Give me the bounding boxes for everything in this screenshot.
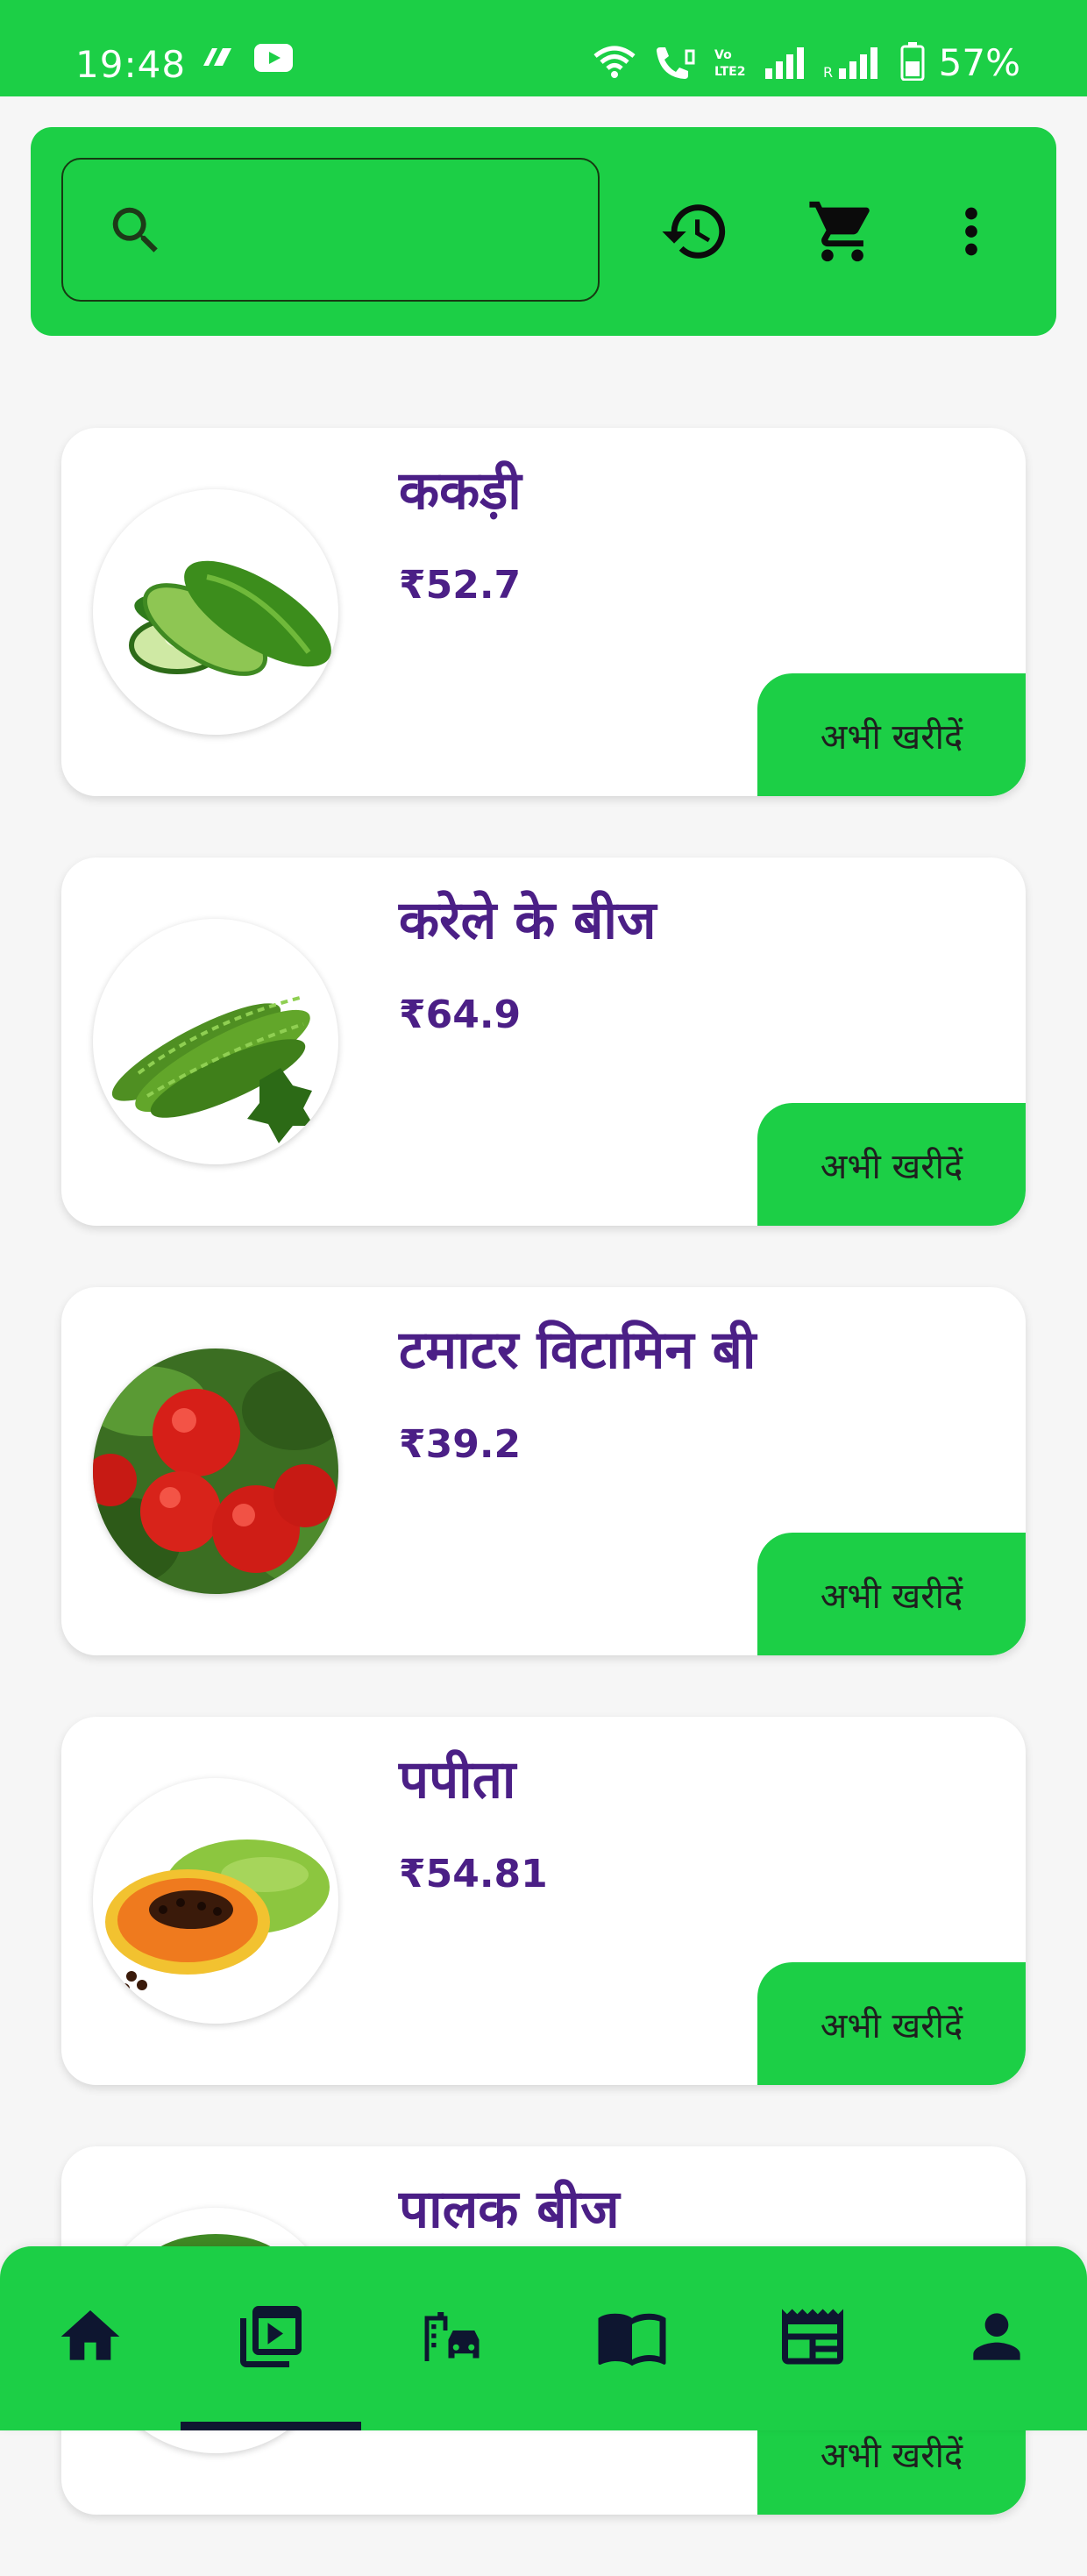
wifi-icon xyxy=(592,44,637,82)
product-price: ₹64.9 xyxy=(399,993,522,1037)
product-card[interactable]: टमाटर विटामिन बी ₹39.2 अभी खरीदें xyxy=(61,1287,1026,1655)
battery-percentage: 57% xyxy=(938,41,1020,84)
news-icon xyxy=(776,2300,849,2377)
app-notification-icon xyxy=(200,45,235,75)
product-image-tomato xyxy=(93,1348,338,1594)
nav-book[interactable] xyxy=(542,2246,722,2430)
history-button[interactable] xyxy=(655,193,735,274)
cart-button[interactable] xyxy=(802,193,883,274)
volte-icon: Vo LTE2 xyxy=(711,44,750,82)
status-right-icons: Vo LTE2 R 57% xyxy=(592,39,1020,88)
status-bar: 19:48 Vo LTE2 R 57% xyxy=(0,0,1087,96)
buy-now-button[interactable]: अभी खरीदें xyxy=(757,1103,1026,1226)
product-name: करेले के बीज xyxy=(399,890,657,951)
wifi-calling-icon xyxy=(651,44,697,82)
product-image-bitter-gourd xyxy=(93,919,338,1164)
product-image-cucumber xyxy=(93,489,338,735)
buy-now-button[interactable]: अभी खरीदें xyxy=(757,1962,1026,2085)
nav-news[interactable] xyxy=(722,2246,903,2430)
header-panel xyxy=(31,127,1056,336)
product-name: पालक बीज xyxy=(399,2179,620,2240)
cart-icon xyxy=(806,196,878,271)
signal-icon xyxy=(764,44,809,82)
svg-text:R: R xyxy=(823,64,833,79)
transport-icon xyxy=(415,2300,488,2377)
nav-transport[interactable] xyxy=(361,2246,542,2430)
active-tab-indicator xyxy=(181,2422,361,2430)
svg-text:LTE2: LTE2 xyxy=(714,65,745,79)
nav-shop[interactable] xyxy=(181,2246,361,2430)
youtube-icon xyxy=(254,44,293,75)
search-icon xyxy=(105,200,167,265)
product-price: ₹52.7 xyxy=(399,563,522,608)
product-image-papaya xyxy=(93,1778,338,2024)
buy-now-button[interactable]: अभी खरीदें xyxy=(757,1533,1026,1655)
home-icon xyxy=(55,2302,125,2375)
search-box[interactable] xyxy=(61,158,600,302)
nav-home[interactable] xyxy=(0,2246,181,2430)
svg-text:Vo: Vo xyxy=(714,48,732,62)
bottom-nav xyxy=(0,2246,1087,2430)
product-card[interactable]: पपीता ₹54.81 अभी खरीदें xyxy=(61,1717,1026,2085)
product-name: ककड़ी xyxy=(399,460,522,522)
status-left-icons xyxy=(200,44,293,75)
status-time: 19:48 xyxy=(75,43,187,86)
more-options-button[interactable] xyxy=(931,193,1012,274)
product-card[interactable]: करेले के बीज ₹64.9 अभी खरीदें xyxy=(61,857,1026,1226)
product-card[interactable]: ककड़ी ₹52.7 अभी खरीदें xyxy=(61,428,1026,796)
signal-roaming-icon: R xyxy=(823,44,886,82)
product-name: टमाटर विटामिन बी xyxy=(399,1320,757,1381)
search-input[interactable] xyxy=(160,195,584,267)
battery-icon xyxy=(900,42,925,84)
book-icon xyxy=(595,2300,669,2377)
profile-icon xyxy=(962,2302,1032,2375)
more-vert-icon xyxy=(935,196,1007,271)
nav-profile[interactable] xyxy=(906,2246,1087,2430)
buy-now-button[interactable]: अभी खरीदें xyxy=(757,673,1026,796)
product-price: ₹54.81 xyxy=(399,1852,548,1896)
product-name: पपीता xyxy=(399,1749,516,1811)
history-icon xyxy=(659,196,731,271)
product-price: ₹39.2 xyxy=(399,1422,522,1467)
shop-icon xyxy=(234,2300,308,2377)
